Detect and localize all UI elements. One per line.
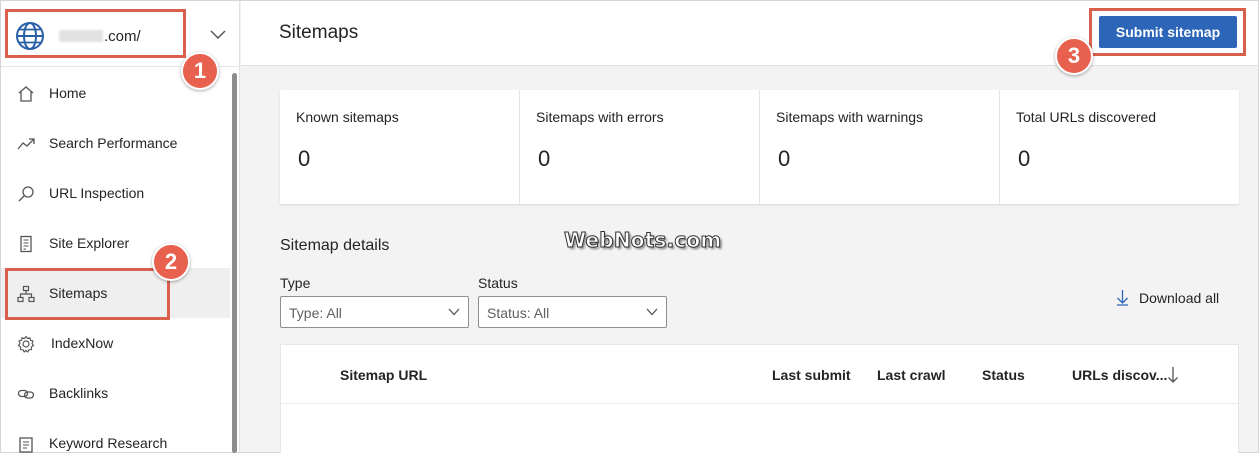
sidebar-item-indexnow[interactable]: IndexNow bbox=[1, 318, 230, 368]
stat-label: Total URLs discovered bbox=[1016, 109, 1157, 125]
annotation-box-sitemaps bbox=[5, 268, 170, 320]
sidebar-item-label: IndexNow bbox=[51, 335, 114, 351]
stat-value: 0 bbox=[298, 146, 311, 171]
type-filter-value: Type: All bbox=[289, 305, 342, 321]
annotation-box-submit bbox=[1089, 8, 1246, 56]
stat-label: Sitemaps with warnings bbox=[776, 109, 924, 125]
sidebar-item-label: URL Inspection bbox=[49, 185, 145, 201]
sidebar-item-label: Search Performance bbox=[49, 135, 178, 151]
annotation-badge-2: 2 bbox=[152, 243, 190, 281]
gear-icon bbox=[17, 335, 35, 353]
sidebar-item-site-explorer[interactable]: Site Explorer bbox=[1, 218, 230, 268]
annotation-badge-1: 1 bbox=[181, 52, 219, 90]
sidebar-scrollbar[interactable] bbox=[232, 73, 237, 453]
status-filter-select[interactable]: Status: All bbox=[478, 296, 667, 328]
watermark: WebNots.com bbox=[563, 228, 722, 253]
sort-down-icon[interactable] bbox=[1167, 366, 1179, 384]
chevron-down-icon bbox=[448, 308, 460, 316]
stat-sitemaps-errors: Sitemaps with errors 0 bbox=[520, 90, 760, 204]
sitemap-details-title: Sitemap details bbox=[280, 237, 390, 254]
link-icon bbox=[17, 389, 35, 399]
chevron-down-icon[interactable] bbox=[209, 28, 227, 40]
sidebar-item-keyword-research[interactable]: Keyword Research bbox=[1, 418, 230, 453]
stat-known-sitemaps: Known sitemaps 0 bbox=[280, 90, 520, 204]
stat-value: 0 bbox=[1018, 146, 1031, 171]
sidebar-item-label: Backlinks bbox=[49, 385, 109, 401]
download-icon bbox=[1117, 290, 1128, 306]
annotation-badge-3: 3 bbox=[1055, 37, 1093, 75]
table-header-divider bbox=[281, 403, 1238, 404]
stat-label: Known sitemaps bbox=[296, 109, 399, 125]
column-header-status[interactable]: Status bbox=[982, 367, 1025, 383]
status-filter-label: Status bbox=[478, 275, 518, 291]
stat-sitemaps-warnings: Sitemaps with warnings 0 bbox=[760, 90, 1000, 204]
sidebar-item-url-inspection[interactable]: URL Inspection bbox=[1, 168, 230, 218]
status-filter-value: Status: All bbox=[487, 305, 550, 321]
annotation-box-site bbox=[5, 9, 186, 58]
type-filter-select[interactable]: Type: All bbox=[280, 296, 469, 328]
sidebar-item-label: Home bbox=[49, 85, 87, 101]
search-icon bbox=[18, 186, 34, 202]
column-header-last-crawl[interactable]: Last crawl bbox=[877, 367, 945, 383]
trend-icon bbox=[17, 138, 35, 150]
page-title: Sitemaps bbox=[279, 22, 359, 43]
column-header-sitemap-url[interactable]: Sitemap URL bbox=[340, 367, 427, 383]
sidebar-item-backlinks[interactable]: Backlinks bbox=[1, 368, 230, 418]
type-filter-label: Type bbox=[280, 275, 311, 291]
sidebar-item-search-performance[interactable]: Search Performance bbox=[1, 118, 230, 168]
stats-panel: Known sitemaps 0 Sitemaps with errors 0 … bbox=[280, 90, 1239, 204]
sidebar-nav: Home Search Performance URL Inspection S… bbox=[1, 68, 230, 453]
chevron-down-icon bbox=[646, 308, 658, 316]
stat-label: Sitemaps with errors bbox=[536, 109, 664, 125]
stat-total-urls: Total URLs discovered 0 bbox=[1000, 90, 1239, 204]
document-icon bbox=[20, 235, 32, 253]
stat-value: 0 bbox=[538, 146, 551, 171]
keyword-icon bbox=[19, 437, 33, 453]
download-all-button[interactable]: Download all bbox=[1116, 289, 1219, 306]
sidebar-item-label: Keyword Research bbox=[49, 435, 168, 451]
sitemaps-table: Sitemap URL Last submit Last crawl Statu… bbox=[280, 344, 1239, 453]
download-all-label: Download all bbox=[1139, 289, 1220, 306]
column-header-last-submit[interactable]: Last submit bbox=[772, 367, 851, 383]
home-icon bbox=[18, 86, 34, 102]
stat-value: 0 bbox=[778, 146, 791, 171]
column-header-urls-discovered[interactable]: URLs discov... bbox=[1072, 367, 1167, 383]
sidebar-item-label: Site Explorer bbox=[49, 235, 130, 251]
